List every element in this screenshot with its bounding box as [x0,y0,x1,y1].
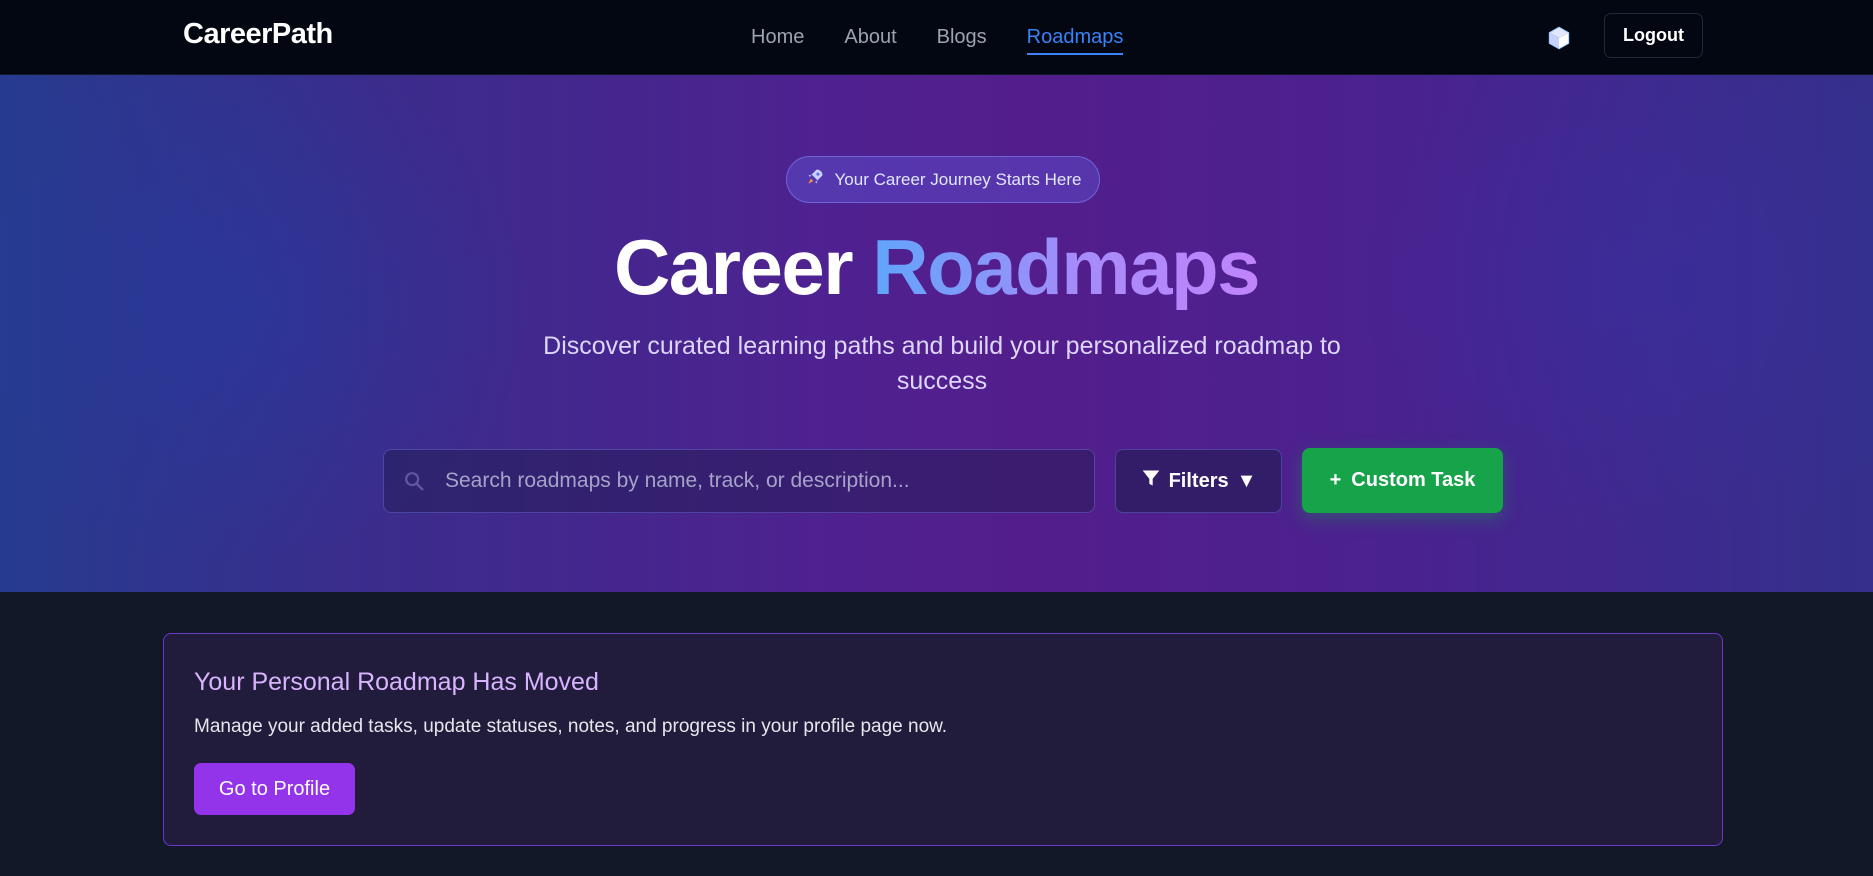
rocket-icon [805,167,825,192]
caret-down-icon: ▼ [1236,469,1257,492]
brand-logo[interactable]: CareerPath [183,18,333,51]
plus-icon: + [1329,469,1342,491]
go-to-profile-button[interactable]: Go to Profile [194,763,355,815]
search-box [383,449,1095,513]
nav-link-roadmaps[interactable]: Roadmaps [1026,20,1123,55]
hero-badge-text: Your Career Journey Starts Here [834,169,1082,189]
hero-badge: Your Career Journey Starts Here [786,156,1100,203]
notice-title: Your Personal Roadmap Has Moved [194,668,599,696]
nav-link-blogs[interactable]: Blogs [937,20,987,55]
logout-button[interactable]: Logout [1604,13,1703,58]
hero-section: Your Career Journey Starts Here Career R… [0,75,1873,592]
filters-button[interactable]: Filters ▼ [1115,449,1282,513]
main-nav: Home About Blogs Roadmaps [751,0,1123,75]
top-navbar: CareerPath Home About Blogs Roadmaps Log… [0,0,1873,75]
custom-task-button[interactable]: + Custom Task [1302,448,1503,513]
nav-link-home[interactable]: Home [751,20,804,55]
cube-icon[interactable] [1545,24,1573,52]
custom-task-label: Custom Task [1351,469,1476,491]
notice-text: Manage your added tasks, update statuses… [194,716,948,737]
roadmap-moved-notice: Your Personal Roadmap Has Moved Manage y… [163,633,1723,846]
search-icon [402,469,426,493]
page-subtitle: Discover curated learning paths and buil… [543,332,1341,395]
page-title-plain: Career [613,223,854,311]
filters-label: Filters [1168,469,1229,492]
page-title-accent: Roadmaps [872,223,1260,311]
filter-icon [1141,468,1161,494]
nav-link-about[interactable]: About [844,20,896,55]
page-title: Career Roadmaps [0,223,1873,313]
search-input[interactable] [445,469,1094,493]
